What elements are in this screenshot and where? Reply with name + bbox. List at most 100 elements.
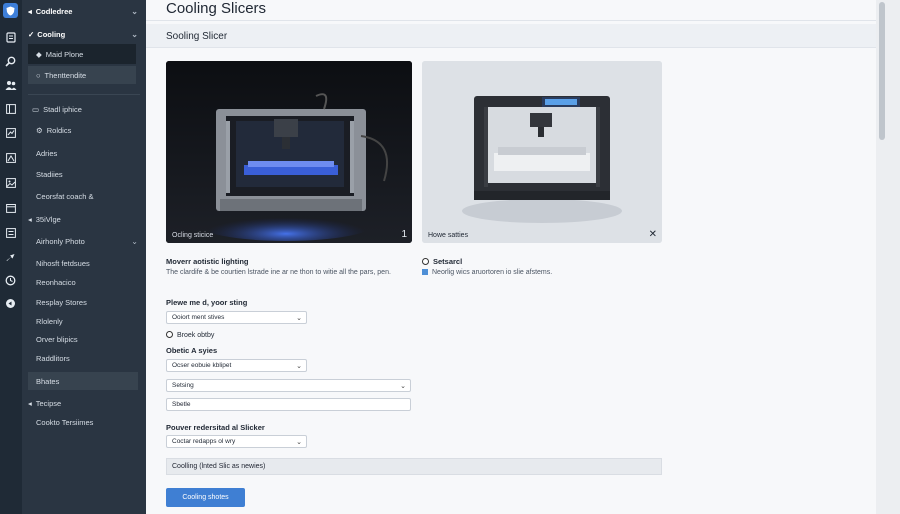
sidebar-item-cookto-tersiimes[interactable]: Cookto Tersiimes xyxy=(28,414,140,431)
sidebar-item-label: Nihosft fetdsues xyxy=(36,259,90,268)
scrollbar[interactable] xyxy=(876,0,900,514)
right-block-heading-label: Setsarcl xyxy=(433,257,463,266)
sidebar-item-ceorsfat-coach[interactable]: Ceorsfat coach & xyxy=(28,188,140,205)
sidebar-item-label: Stadl iphice xyxy=(43,105,82,114)
sidebar-item-label: Orver blipics xyxy=(36,335,78,344)
people-icon[interactable] xyxy=(3,78,18,93)
chevron-down-icon: ⌄ xyxy=(400,383,406,390)
checkbox-icon[interactable] xyxy=(422,269,428,275)
shield-icon[interactable] xyxy=(3,3,18,18)
calendar-icon[interactable] xyxy=(3,200,18,215)
gear-icon: ⚙ xyxy=(36,126,43,135)
sidebar-item-tecipse[interactable]: ◂ Tecipse xyxy=(28,395,140,412)
close-icon[interactable]: ✕ xyxy=(649,229,657,240)
radio-option-label: Broek obtby xyxy=(177,332,215,339)
share-icon[interactable] xyxy=(3,296,18,311)
caret-left-icon: ◂ xyxy=(28,215,32,224)
sidebar-item-resplay-stores[interactable]: Resplay Stores xyxy=(28,294,140,311)
sidebar-item-thenttendite[interactable]: ○ Thenttendite xyxy=(28,66,136,84)
radio-option[interactable]: Broek obtby xyxy=(166,331,214,339)
right-block-description: Neorlig wics aruortoren io slie afstems. xyxy=(422,269,552,276)
card-caption: Ocling sticice xyxy=(172,232,214,239)
right-block-heading[interactable]: Setsarcl xyxy=(422,257,462,266)
clock-icon[interactable] xyxy=(3,273,18,288)
sidebar-item-roldics[interactable]: ⚙ Roldics xyxy=(28,122,140,139)
pin-icon: ◆ xyxy=(36,49,42,59)
sidebar-item-cooling[interactable]: ✓ Cooling ⌄ xyxy=(28,26,140,43)
main-panel: Cooling Slicers Sooling Slicer Ocling st… xyxy=(146,0,876,514)
chevron-down-icon: ⌄ xyxy=(131,7,138,16)
folder-icon: ▭ xyxy=(32,105,40,114)
sidebar-item-label: 35iVlge xyxy=(35,215,61,224)
sidebar-item-label: Bhates xyxy=(36,376,60,386)
sidebar-item-label: Cookto Tersiimes xyxy=(36,418,94,427)
style-select[interactable]: Ooiort ment stives ⌄ xyxy=(166,311,307,324)
sidebar-item-raddlitors[interactable]: Raddlitors xyxy=(28,350,140,367)
printer-illustration-dark xyxy=(166,61,412,243)
setting-select[interactable]: Setsing ⌄ xyxy=(166,379,411,392)
text-field[interactable]: Sbetle xyxy=(166,398,411,411)
sidebar-item-label: Maid Plone xyxy=(45,49,84,59)
sidebar-divider xyxy=(28,94,140,95)
printer-illustration-light xyxy=(422,61,662,243)
section-header: Sooling Slicer xyxy=(146,24,876,48)
sidebar-item-orver-blipics[interactable]: Orver blipics xyxy=(28,331,140,348)
effect-select-value: Ocser eobuie kblipet xyxy=(172,362,232,369)
sidebar-item-label: Resplay Stores xyxy=(36,298,87,307)
page-title: Cooling Slicers xyxy=(166,0,267,17)
graph-icon[interactable] xyxy=(3,150,18,165)
sidebar-item-label: Adries xyxy=(36,149,58,158)
sidebar-item-label: Tecipse xyxy=(35,399,62,408)
tools-icon[interactable] xyxy=(3,250,18,265)
image-icon[interactable] xyxy=(3,175,18,190)
printer-image-dark[interactable]: Ocling sticice 1 xyxy=(166,61,412,243)
sidebar-item-label: Stadiies xyxy=(36,170,63,179)
sidebar-item-maid-plone[interactable]: ◆ Maid Plone xyxy=(28,44,136,64)
effect-select[interactable]: Ocser eobuie kblipet ⌄ xyxy=(166,359,307,372)
sidebar-item-codledree[interactable]: ◂ Codledree ⌄ xyxy=(28,3,140,20)
chevron-down-icon: ⌄ xyxy=(131,30,138,39)
search-icon[interactable] xyxy=(3,54,18,69)
right-block-description-text: Neorlig wics aruortoren io slie afstems. xyxy=(432,269,553,276)
section-title: Sooling Slicer xyxy=(166,31,228,42)
scrollbar-thumb[interactable] xyxy=(879,2,885,140)
chevron-down-icon: ⌄ xyxy=(131,237,138,246)
left-block-description: The clardife & be courtien lstrade ine a… xyxy=(166,269,391,276)
status-readout-text: Coolling (lnted Slic as newies) xyxy=(172,463,266,470)
left-block-heading: Moverr aotistic lighting xyxy=(166,257,249,266)
sidebar-item-stadl-iphice[interactable]: ▭ Stadl iphice xyxy=(28,101,140,118)
sidebar: ◂ Codledree ⌄ ✓ Cooling ⌄ ◆ Maid Plone ○ The… xyxy=(22,0,146,514)
sidebar-item-rlolenly[interactable]: Rlolenly xyxy=(28,313,140,330)
sidebar-item-airhonly-photo[interactable]: Airhonly Photo ⌄ xyxy=(28,233,140,250)
list-icon[interactable] xyxy=(3,225,18,240)
sidebar-item-35ivlge[interactable]: ◂ 35iVlge xyxy=(28,211,140,228)
circle-icon: ○ xyxy=(36,70,41,80)
chevron-down-icon: ⌄ xyxy=(296,315,302,322)
printer-image-light[interactable]: Howe satties ✕ xyxy=(422,61,662,243)
sidebar-item-reonhacico[interactable]: Reonhacico xyxy=(28,274,140,291)
radio-button[interactable] xyxy=(422,258,429,265)
sidebar-item-adries[interactable]: Adries xyxy=(28,145,140,162)
sidebar-item-label: Airhonly Photo xyxy=(36,237,85,246)
chevron-down-icon: ⌄ xyxy=(296,363,302,370)
card-caption: Howe satties xyxy=(428,232,469,239)
form-label-2: Obetic A syies xyxy=(166,346,218,355)
form-label-3: Pouver redersitad al Slicker xyxy=(166,423,265,432)
sidebar-item-bhates[interactable]: Bhates xyxy=(28,372,138,390)
icon-rail xyxy=(0,0,22,514)
sidebar-item-label: Reonhacico xyxy=(36,278,76,287)
chart-icon[interactable] xyxy=(3,125,18,140)
sidebar-item-label: Raddlitors xyxy=(36,354,70,363)
sidebar-item-label: Thenttendite xyxy=(44,70,87,80)
sidebar-item-stadiies[interactable]: Stadiies xyxy=(28,166,140,183)
style-select-value: Ooiort ment stives xyxy=(172,314,225,321)
sidebar-item-nihosft-fetdsues[interactable]: Nihosft fetdsues xyxy=(28,255,140,272)
layout-icon[interactable] xyxy=(3,101,18,116)
sidebar-item-label: Codledree xyxy=(35,7,73,16)
radio-button[interactable] xyxy=(166,331,173,338)
setting-select-value: Setsing xyxy=(172,382,194,389)
chevron-down-icon: ⌄ xyxy=(296,439,302,446)
cooling-shotes-button[interactable]: Cooling shotes xyxy=(166,488,245,507)
slicker-select[interactable]: Coctar redapps ol wry ⌄ xyxy=(166,435,307,448)
document-icon[interactable] xyxy=(3,30,18,45)
